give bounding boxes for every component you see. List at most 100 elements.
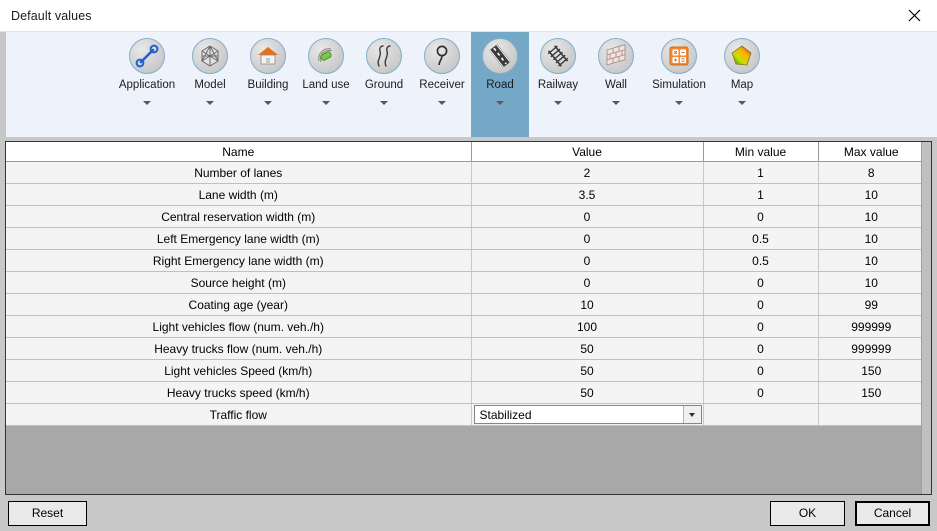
- column-header-max[interactable]: Max value: [818, 142, 921, 162]
- row-name: Heavy trucks speed (km/h): [6, 381, 472, 404]
- properties-panel: Name Value Min value Max value Number of…: [5, 141, 932, 495]
- color-map-icon: [724, 38, 760, 74]
- chevron-down-icon[interactable]: [143, 101, 151, 105]
- column-header-name[interactable]: Name: [6, 142, 472, 162]
- ribbon-tab-label: Receiver: [419, 79, 465, 91]
- chevron-down-icon[interactable]: [612, 101, 620, 105]
- ribbon-tab-label: Building: [247, 79, 289, 91]
- row-min-value: 0: [703, 315, 819, 338]
- row-min-value: 0: [703, 359, 819, 382]
- row-min-value: 0.5: [703, 249, 819, 272]
- column-header-min[interactable]: Min value: [703, 142, 819, 162]
- ribbon-tab-label: Ground: [364, 79, 404, 91]
- ribbon-tab-application[interactable]: Application: [113, 32, 181, 137]
- row-value-cell[interactable]: 0: [470, 249, 704, 272]
- chevron-down-icon[interactable]: [554, 101, 562, 105]
- titlebar: Default values: [0, 0, 937, 32]
- land-use-icon: [308, 38, 344, 74]
- ribbon-tab-label: Road: [486, 79, 514, 91]
- table-row[interactable]: Coating age (year) 10 0 99: [6, 293, 921, 316]
- ribbon-tab-receiver[interactable]: Receiver: [413, 32, 471, 137]
- chevron-down-icon[interactable]: [438, 101, 446, 105]
- table-row[interactable]: Source height (m) 0 0 10: [6, 271, 921, 294]
- row-value-cell[interactable]: 3.5: [470, 183, 704, 206]
- row-name: Left Emergency lane width (m): [6, 227, 472, 250]
- row-value-cell[interactable]: 50: [470, 337, 704, 360]
- chevron-down-icon[interactable]: [380, 101, 388, 105]
- row-max-value: 10: [818, 271, 921, 294]
- traffic-flow-select[interactable]: Stabilized: [473, 405, 702, 424]
- reset-button[interactable]: Reset: [8, 500, 87, 526]
- wrench-icon: [129, 38, 165, 74]
- row-min-value: 0: [703, 381, 819, 404]
- ribbon-tab-simulation[interactable]: Simulation: [645, 32, 713, 137]
- row-value-cell[interactable]: Stabilized: [470, 403, 704, 426]
- row-name: Light vehicles flow (num. veh./h): [6, 315, 472, 338]
- table-row[interactable]: Central reservation width (m) 0 0 10: [6, 205, 921, 228]
- chevron-down-icon[interactable]: [738, 101, 746, 105]
- traffic-flow-selected-value: Stabilized: [479, 407, 532, 422]
- cancel-button[interactable]: Cancel: [855, 500, 930, 526]
- close-glyph: [908, 9, 920, 22]
- chevron-down-icon[interactable]: [682, 406, 701, 423]
- table-row[interactable]: Right Emergency lane width (m) 0 0.5 10: [6, 249, 921, 272]
- table-row[interactable]: Heavy trucks flow (num. veh./h) 50 0 999999: [6, 337, 921, 360]
- close-icon[interactable]: [891, 0, 937, 31]
- table-row[interactable]: Number of lanes 2 1 8: [6, 161, 921, 184]
- row-min-value: [703, 403, 819, 426]
- ribbon-container: Application Model Building Land use Grou…: [0, 32, 937, 141]
- chevron-down-icon[interactable]: [206, 101, 214, 105]
- calculator-icon: [661, 38, 697, 74]
- vertical-scrollbar[interactable]: [921, 142, 931, 494]
- row-value-cell[interactable]: 0: [470, 227, 704, 250]
- row-max-value: 999999: [818, 337, 921, 360]
- table-row[interactable]: Heavy trucks speed (km/h) 50 0 150: [6, 381, 921, 404]
- ribbon-tab-label: Simulation: [652, 79, 706, 91]
- row-max-value: 999999: [818, 315, 921, 338]
- ribbon-tab-ground[interactable]: Ground: [355, 32, 413, 137]
- ribbon-tab-wall[interactable]: Wall: [587, 32, 645, 137]
- ribbon-tab-land-use[interactable]: Land use: [297, 32, 355, 137]
- row-min-value: 0: [703, 205, 819, 228]
- row-max-value: 10: [818, 249, 921, 272]
- row-name: Source height (m): [6, 271, 472, 294]
- table-row[interactable]: Lane width (m) 3.5 1 10: [6, 183, 921, 206]
- column-header-value[interactable]: Value: [471, 142, 704, 162]
- row-value-cell[interactable]: 50: [470, 381, 704, 404]
- chevron-down-icon[interactable]: [496, 101, 504, 105]
- receiver-microphone-icon: [424, 38, 460, 74]
- chevron-down-icon[interactable]: [675, 101, 683, 105]
- ribbon-tab-model[interactable]: Model: [181, 32, 239, 137]
- row-max-value: 10: [818, 183, 921, 206]
- ribbon-tab-road[interactable]: Road: [471, 32, 529, 137]
- row-min-value: 0: [703, 337, 819, 360]
- row-value-cell[interactable]: 2: [470, 161, 704, 184]
- row-value-cell[interactable]: 0: [470, 271, 704, 294]
- ribbon-tab-building[interactable]: Building: [239, 32, 297, 137]
- chevron-down-icon[interactable]: [264, 101, 272, 105]
- chevron-down-icon[interactable]: [322, 101, 330, 105]
- default-values-dialog: Default values Application Model Buildin…: [0, 0, 937, 531]
- ribbon-tab-railway[interactable]: Railway: [529, 32, 587, 137]
- ribbon-tab-label: Railway: [537, 79, 579, 91]
- row-value-cell[interactable]: 10: [470, 293, 704, 316]
- row-value-cell[interactable]: 0: [470, 205, 704, 228]
- table-row[interactable]: Light vehicles flow (num. veh./h) 100 0 999…: [6, 315, 921, 338]
- row-name: Number of lanes: [6, 161, 472, 184]
- house-icon: [250, 38, 286, 74]
- row-value-cell[interactable]: 100: [470, 315, 704, 338]
- row-max-value: 8: [818, 161, 921, 184]
- ribbon-tab-map[interactable]: Map: [713, 32, 771, 137]
- row-name: Lane width (m): [6, 183, 472, 206]
- ok-button[interactable]: OK: [770, 500, 845, 526]
- row-max-value: [818, 403, 921, 426]
- table-row[interactable]: Light vehicles Speed (km/h) 50 0 150: [6, 359, 921, 382]
- row-max-value: 99: [818, 293, 921, 316]
- row-value-cell[interactable]: 50: [470, 359, 704, 382]
- row-name: Light vehicles Speed (km/h): [6, 359, 472, 382]
- table-row[interactable]: Traffic flow Stabilized: [6, 403, 921, 426]
- table-row[interactable]: Left Emergency lane width (m) 0 0.5 10: [6, 227, 921, 250]
- ribbon-tab-label: Map: [730, 79, 754, 91]
- mesh-sphere-icon: [192, 38, 228, 74]
- row-min-value: 1: [703, 161, 819, 184]
